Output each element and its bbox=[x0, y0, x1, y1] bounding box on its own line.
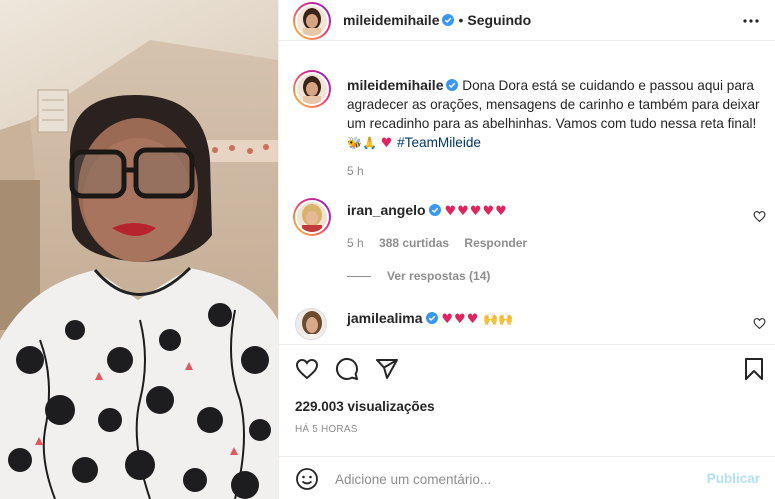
comment-text: iran_angelo ♥♥♥♥♥ bbox=[347, 202, 508, 219]
header-separator: • bbox=[458, 12, 464, 28]
comment-text: jamilealima ♥♥♥ 🙌🙌 bbox=[347, 310, 513, 327]
caption-heart: ♥ bbox=[380, 136, 394, 151]
share-icon[interactable] bbox=[375, 357, 399, 381]
comment-input[interactable] bbox=[335, 469, 685, 489]
post-video[interactable] bbox=[0, 0, 278, 499]
comment-like-heart-icon[interactable] bbox=[753, 317, 766, 330]
comment-avatar-image bbox=[296, 309, 326, 339]
verified-badge-icon bbox=[428, 204, 441, 216]
caption-emojis: 🐝🙏 bbox=[347, 136, 377, 150]
post-timestamp[interactable]: HÁ 5 HORAS bbox=[295, 424, 358, 435]
verified-badge-icon bbox=[446, 79, 459, 91]
comment-username[interactable]: iran_angelo bbox=[347, 202, 426, 218]
comment-username[interactable]: jamilealima bbox=[347, 310, 423, 326]
comment-likes[interactable]: 388 curtidas bbox=[379, 236, 449, 250]
comment-body: ♥♥♥ bbox=[441, 312, 480, 327]
verified-badge-icon bbox=[425, 312, 438, 324]
caption-meta: 5 h bbox=[347, 164, 376, 178]
comment-meta: 5 h 388 curtidas Responder bbox=[347, 236, 539, 250]
emoji-icon[interactable] bbox=[295, 467, 319, 491]
view-replies-label: Ver respostas (14) bbox=[387, 269, 491, 283]
comment-composer: Publicar bbox=[279, 456, 775, 499]
post-header: mileidemihaile • Seguindo bbox=[279, 0, 775, 41]
caption-time[interactable]: 5 h bbox=[347, 164, 364, 178]
views-count[interactable]: 229.003 visualizações bbox=[295, 399, 435, 414]
heart-icon[interactable] bbox=[295, 357, 319, 381]
more-horizontal-icon[interactable] bbox=[742, 12, 760, 30]
following-button[interactable]: Seguindo bbox=[467, 12, 531, 28]
header-author-line: mileidemihaile • Seguindo bbox=[343, 12, 531, 28]
comment-icon[interactable] bbox=[335, 357, 359, 381]
comment-avatar-image bbox=[297, 202, 327, 232]
author-avatar-image bbox=[297, 6, 327, 36]
caption-hashtag[interactable]: #TeamMileide bbox=[397, 135, 481, 150]
reply-button[interactable]: Responder bbox=[464, 236, 527, 250]
caption-avatar-image bbox=[297, 74, 327, 104]
caption-username[interactable]: mileidemihaile bbox=[347, 77, 443, 93]
comments-list[interactable]: mileidemihaile Dona Dora está se cuidand… bbox=[279, 52, 775, 344]
author-avatar[interactable] bbox=[293, 2, 331, 40]
replies-divider bbox=[347, 276, 371, 278]
comment-body: ♥♥♥♥♥ bbox=[444, 204, 508, 219]
header-username[interactable]: mileidemihaile bbox=[343, 12, 439, 28]
post-panel: mileidemihaile • Seguindo mileidemihaile… bbox=[278, 0, 775, 499]
comment-avatar[interactable] bbox=[293, 198, 331, 236]
post-actions: 229.003 visualizações HÁ 5 HORAS Publica… bbox=[279, 344, 775, 499]
view-replies-button[interactable]: Ver respostas (14) bbox=[347, 269, 490, 283]
verified-badge-icon bbox=[442, 14, 455, 26]
bookmark-icon[interactable] bbox=[742, 357, 766, 381]
publish-button[interactable]: Publicar bbox=[707, 471, 760, 486]
comment-extra-emojis: 🙌🙌 bbox=[483, 312, 514, 326]
caption-text: mileidemihaile Dona Dora está se cuidand… bbox=[347, 76, 767, 153]
comment-time[interactable]: 5 h bbox=[347, 236, 364, 250]
comment-like-heart-icon[interactable] bbox=[753, 210, 766, 223]
video-frame-image bbox=[0, 0, 278, 499]
caption-avatar[interactable] bbox=[293, 70, 331, 108]
comment-avatar[interactable] bbox=[295, 308, 327, 340]
